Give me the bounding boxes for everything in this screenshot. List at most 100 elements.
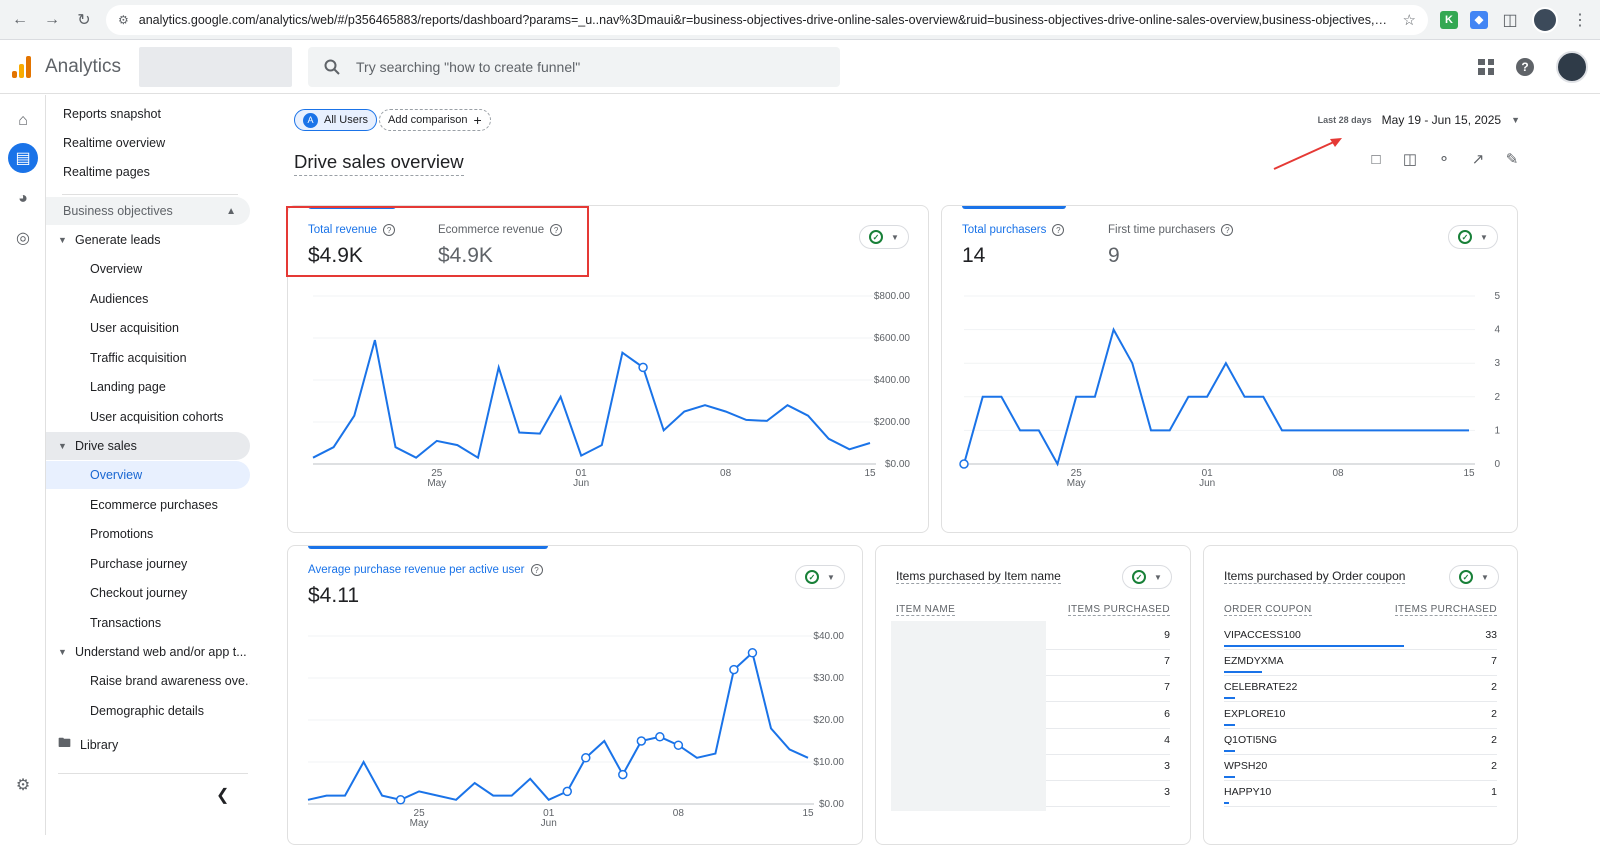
reload-icon[interactable]: ↻ xyxy=(74,10,94,30)
metric-first-time-purchasers[interactable]: First time purchasers? 9 xyxy=(1108,224,1234,268)
data-point[interactable] xyxy=(959,459,969,469)
items-table-title[interactable]: Items purchased by Item name xyxy=(896,569,1061,584)
sidebar-item-realtime-pages[interactable]: Realtime pages xyxy=(46,158,250,186)
coupon-table-title[interactable]: Items purchased by Order coupon xyxy=(1224,569,1406,584)
date-range-picker[interactable]: Last 28 days May 19 - Jun 15, 2025 ▼ xyxy=(1318,113,1520,127)
data-point[interactable] xyxy=(655,732,665,742)
help-icon[interactable]: ? xyxy=(1516,57,1534,76)
annotation-highlight-box xyxy=(286,206,589,277)
column-header-order-coupon[interactable]: ORDER COUPON xyxy=(1224,604,1312,616)
card-options-button[interactable]: ✓ ▼ xyxy=(1449,565,1499,589)
sidebar-item-checkout-journey[interactable]: Checkout journey xyxy=(46,579,250,607)
check-circle-icon: ✓ xyxy=(869,230,884,244)
sidebar-item-transactions[interactable]: Transactions xyxy=(46,609,250,637)
column-header-items-purchased[interactable]: ITEMS PURCHASED xyxy=(1394,604,1497,616)
share-icon[interactable]: ⚬ xyxy=(1436,151,1452,168)
browser-profile-avatar[interactable] xyxy=(1532,6,1558,33)
sidebar-group-understand-traffic[interactable]: ▼ Understand web and/or app t... xyxy=(46,638,250,666)
metric-average-purchase-revenue[interactable]: Average purchase revenue per active user… xyxy=(308,564,543,608)
sidebar-item-promotions[interactable]: Promotions xyxy=(46,520,250,548)
data-point[interactable] xyxy=(747,648,758,658)
reports-icon[interactable]: ▤ xyxy=(8,143,38,173)
comparison-chip-all-users[interactable]: A All Users xyxy=(294,109,378,131)
admin-gear-icon[interactable]: ⚙ xyxy=(11,773,35,797)
card-options-button[interactable]: ✓ ▼ xyxy=(859,225,909,249)
forward-icon[interactable]: → xyxy=(42,11,62,29)
x-tick-label: May xyxy=(427,478,446,489)
row-label: HAPPY10 xyxy=(1224,786,1272,799)
sidebar-item-realtime-overview[interactable]: Realtime overview xyxy=(46,129,250,157)
date-range-label: Last 28 days xyxy=(1317,115,1372,125)
edit-pencil-icon[interactable]: ✎ xyxy=(1504,151,1520,168)
metric-total-purchasers[interactable]: Total purchasers? 14 xyxy=(962,224,1065,268)
collapse-sidebar-icon[interactable]: ❮ xyxy=(216,785,229,805)
help-circle-icon[interactable]: ? xyxy=(1052,224,1065,236)
home-icon[interactable]: ⌂ xyxy=(11,109,35,133)
check-circle-icon: ✓ xyxy=(805,570,820,584)
note-icon[interactable]: □ xyxy=(1368,151,1384,168)
row-value: 2 xyxy=(1491,760,1497,772)
sidebar-item-leads-overview[interactable]: Overview xyxy=(46,255,250,283)
row-bar xyxy=(1224,776,1235,778)
extension-tag-icon[interactable]: ◆ xyxy=(1470,10,1488,29)
advertising-icon[interactable]: ◎ xyxy=(11,226,35,250)
explore-icon[interactable]: ◕ xyxy=(11,187,35,211)
data-point[interactable] xyxy=(562,786,573,797)
caret-down-icon: ▼ xyxy=(891,232,899,242)
data-point[interactable] xyxy=(636,736,647,746)
back-icon[interactable]: ← xyxy=(10,11,30,29)
data-point[interactable] xyxy=(581,753,591,763)
sidebar-item-demographic-details[interactable]: Demographic details xyxy=(46,697,250,725)
sidebar-section-business-objectives[interactable]: Business objectives ▲ xyxy=(46,197,250,225)
plus-icon: + xyxy=(473,112,482,128)
sidebar-item-brand-awareness[interactable]: Raise brand awareness ove... xyxy=(46,667,250,695)
data-point[interactable] xyxy=(395,795,406,805)
sidebar-item-audiences[interactable]: Audiences xyxy=(46,285,250,313)
add-comparison-button[interactable]: Add comparison + xyxy=(379,109,491,131)
extension-k-icon[interactable]: K xyxy=(1440,10,1458,29)
x-tick-label: May xyxy=(1067,478,1086,489)
analytics-logo xyxy=(12,55,31,78)
data-point[interactable] xyxy=(638,362,648,373)
items-by-name-card: Items purchased by Item name ✓ ▼ ITEM NAM… xyxy=(875,545,1191,845)
sidebar-item-library[interactable]: 🖿 Library xyxy=(46,731,250,759)
sidebar-item-user-acquisition[interactable]: User acquisition xyxy=(46,314,250,342)
sidebar-item-purchase-journey[interactable]: Purchase journey xyxy=(46,550,250,578)
sidebar-item-ecommerce-purchases[interactable]: Ecommerce purchases xyxy=(46,491,250,519)
search-box[interactable]: Try searching "how to create funnel" xyxy=(308,46,840,87)
sidebar-item-traffic-acquisition[interactable]: Traffic acquisition xyxy=(46,344,250,372)
card-options-button[interactable]: ✓ ▼ xyxy=(795,565,845,589)
sidebar-item-reports-snapshot[interactable]: Reports snapshot xyxy=(46,100,250,128)
sidebar-item-user-acquisition-cohorts[interactable]: User acquisition cohorts xyxy=(46,403,250,431)
data-point[interactable] xyxy=(673,740,684,750)
compare-icon[interactable]: ◫ xyxy=(1402,151,1418,168)
site-info-icon[interactable]: ⚙ xyxy=(118,13,129,27)
bookmark-star-icon[interactable]: ☆ xyxy=(1403,11,1416,29)
sidebar-group-generate-leads[interactable]: ▼ Generate leads xyxy=(46,226,250,254)
help-circle-icon[interactable]: ? xyxy=(1221,224,1234,236)
extensions-puzzle-icon[interactable]: ◫ xyxy=(1500,10,1520,30)
help-circle-icon[interactable]: ? xyxy=(530,564,543,576)
card-options-button[interactable]: ✓ ▼ xyxy=(1122,565,1172,589)
browser-menu-icon[interactable]: ⋮ xyxy=(1570,10,1590,30)
x-tick-label: Jun xyxy=(1199,478,1215,489)
row-value: 7 xyxy=(1164,681,1170,694)
card-options-button[interactable]: ✓ ▼ xyxy=(1448,225,1498,249)
property-selector[interactable] xyxy=(139,46,292,87)
address-bar[interactable]: ⚙ analytics.google.com/analytics/web/#/p… xyxy=(106,4,1428,35)
sidebar-item-landing-page[interactable]: Landing page xyxy=(46,373,250,401)
table-row: CELEBRATE22 2 xyxy=(1224,676,1497,703)
apps-grid-icon[interactable] xyxy=(1478,58,1494,75)
selected-metric-indicator xyxy=(308,546,548,549)
column-header-item-name[interactable]: ITEM NAME xyxy=(896,604,956,616)
data-point[interactable] xyxy=(729,664,739,675)
sidebar-item-sales-overview[interactable]: Overview xyxy=(46,461,250,489)
insights-icon[interactable]: ↗ xyxy=(1470,151,1486,168)
account-avatar[interactable] xyxy=(1556,50,1588,83)
data-point[interactable] xyxy=(618,769,628,780)
reports-sidebar: Reports snapshot Realtime overview Realt… xyxy=(46,95,252,835)
y-tick-label: 5 xyxy=(1494,291,1500,302)
row-value: 9 xyxy=(1164,629,1170,641)
column-header-items-purchased[interactable]: ITEMS PURCHASED xyxy=(1067,604,1170,616)
sidebar-group-drive-sales[interactable]: ▼ Drive sales xyxy=(46,432,250,460)
